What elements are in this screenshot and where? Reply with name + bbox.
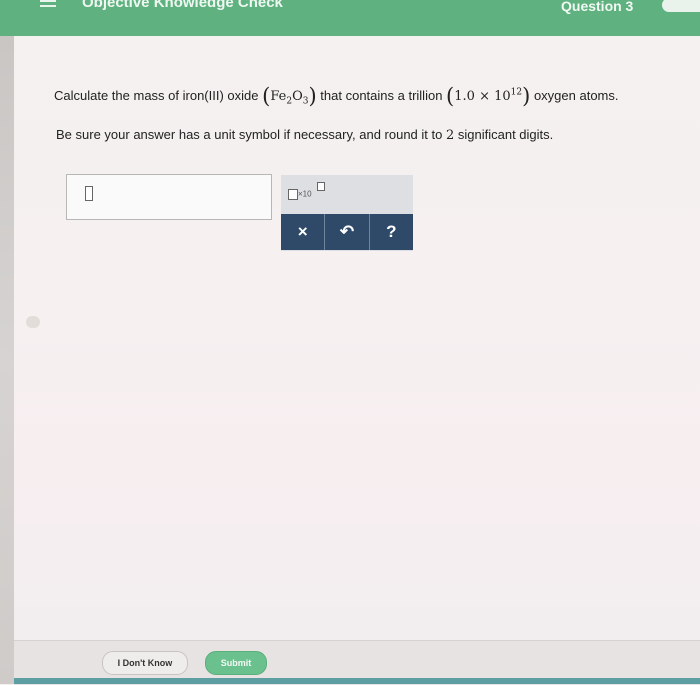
footer-strip: [14, 678, 700, 684]
question-part2: that contains a trillion: [320, 88, 443, 103]
answer-input[interactable]: [66, 174, 272, 220]
answer-keypad: ×10 × ↶ ?: [281, 175, 413, 251]
question-number: Question 3: [561, 0, 634, 14]
instruction-text: Be sure your answer has a unit symbol if…: [56, 127, 554, 143]
formula-fe: Fe2O3: [270, 89, 309, 107]
left-edge-strip: [0, 36, 14, 684]
keypad-button-row: × ↶ ?: [281, 214, 413, 250]
help-button[interactable]: ?: [369, 214, 413, 250]
input-cursor-box: [85, 186, 93, 201]
question-part3: oxygen atoms.: [533, 88, 619, 103]
scientific-notation-button[interactable]: ×10: [288, 182, 325, 200]
page-title: Objective Knowledge Check: [82, 0, 283, 11]
question-part1: Calculate the mass of iron(III) oxide: [54, 88, 259, 103]
top-header-bar: Objective Knowledge Check Question 3: [0, 0, 700, 36]
dont-know-button[interactable]: I Don't Know: [102, 651, 188, 675]
scientific-number: 1.0 × 1012: [454, 87, 523, 104]
question-text: Calculate the mass of iron(III) oxide (F…: [54, 84, 619, 108]
toggle-switch[interactable]: [662, 0, 700, 12]
question-panel: Calculate the mass of iron(III) oxide (F…: [14, 36, 700, 656]
hamburger-menu-icon[interactable]: [40, 0, 56, 12]
undo-button[interactable]: ↶: [325, 214, 370, 250]
submit-button[interactable]: Submit: [205, 651, 267, 675]
clear-button[interactable]: ×: [281, 214, 326, 250]
